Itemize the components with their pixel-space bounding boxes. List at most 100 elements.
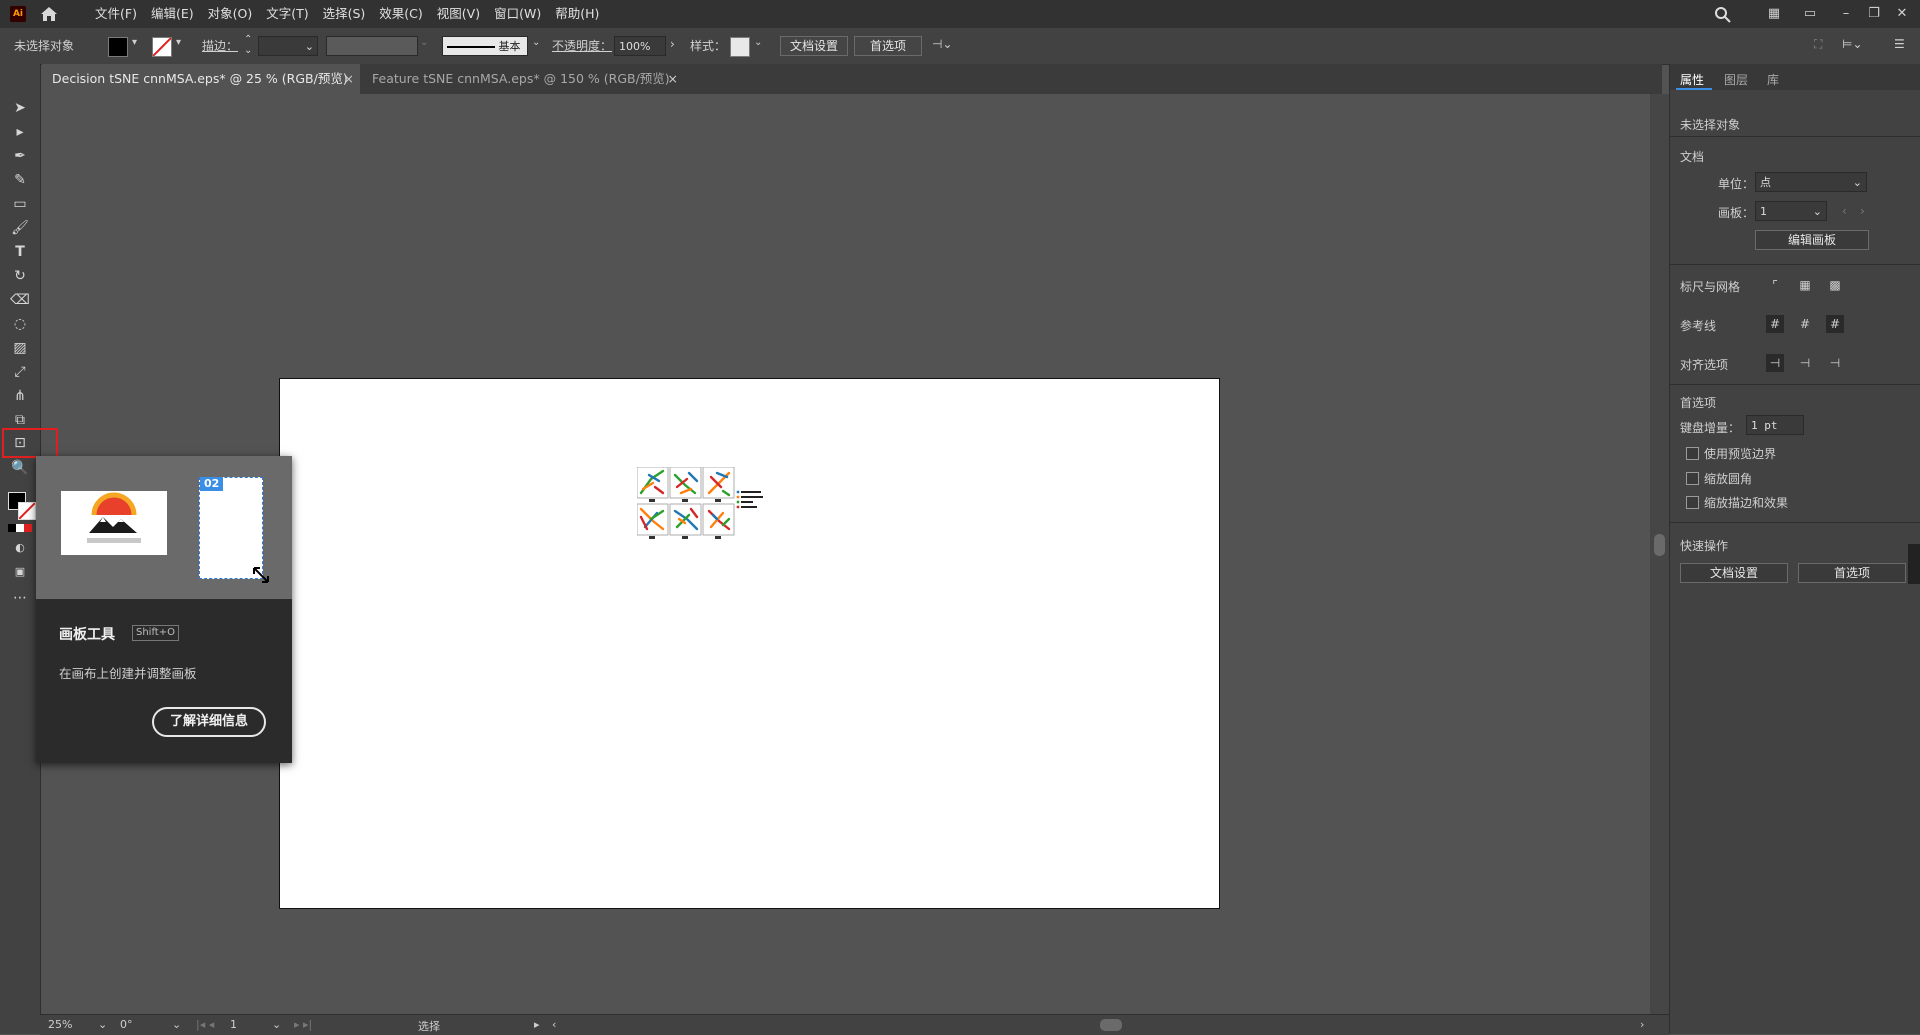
artboard-tool-icon[interactable]: ⊡	[10, 433, 30, 453]
menu-window[interactable]: 窗口(W)	[487, 0, 548, 28]
grid-icon[interactable]: ▦	[1796, 276, 1814, 294]
align-to-key-icon[interactable]: ⊣	[1796, 354, 1814, 372]
artboard-dropdown[interactable]: 1 ⌄	[1755, 201, 1827, 221]
search-icon[interactable]	[1714, 6, 1732, 24]
color-mode-icon[interactable]	[8, 524, 32, 532]
home-icon[interactable]	[40, 6, 58, 22]
menu-select[interactable]: 选择(S)	[316, 0, 373, 28]
tab-properties[interactable]: 属性	[1680, 71, 1704, 88]
restore-icon[interactable]: ❐	[1864, 4, 1884, 24]
minimize-icon[interactable]: –	[1836, 4, 1856, 24]
menu-object[interactable]: 对象(O)	[201, 0, 260, 28]
style-dropdown-icon[interactable]: ⌄	[754, 37, 762, 48]
zoom-level[interactable]: 25%	[48, 1018, 72, 1031]
draw-mode-icon[interactable]: ◐	[10, 538, 30, 558]
align-to-artboard-icon[interactable]: ⊣	[1826, 354, 1844, 372]
fill-dropdown-icon[interactable]: ▾	[132, 37, 137, 48]
close-window-icon[interactable]: ✕	[1892, 4, 1912, 24]
screen-mode-icon[interactable]: ▣	[10, 562, 30, 582]
eraser-tool-icon[interactable]: ⌫	[10, 290, 30, 310]
tab-decision-tsne[interactable]: Decision tSNE cnnMSA.eps* @ 25 % (RGB/预览…	[42, 64, 360, 94]
stroke-color-icon[interactable]	[18, 502, 36, 520]
menu-help[interactable]: 帮助(H)	[548, 0, 606, 28]
horizontal-scroll-thumb[interactable]	[1100, 1019, 1122, 1031]
menu-edit[interactable]: 编辑(E)	[144, 0, 201, 28]
doc-setup-button[interactable]: 文档设置	[780, 36, 848, 56]
stroke-swatch[interactable]	[152, 37, 172, 57]
brush-dropdown[interactable]: 基本	[442, 36, 528, 56]
brush-dropdown-icon[interactable]: ⌄	[532, 37, 540, 48]
artboard[interactable]	[279, 378, 1220, 909]
opacity-label[interactable]: 不透明度：	[552, 37, 612, 54]
scale-corners-checkbox[interactable]	[1686, 472, 1699, 485]
curvature-tool-icon[interactable]: ✎	[10, 170, 30, 190]
units-dropdown[interactable]: 点 ⌄	[1755, 172, 1867, 192]
close-tab-icon[interactable]: ×	[668, 64, 678, 94]
opacity-input[interactable]: 100%	[614, 36, 666, 56]
status-menu-icon[interactable]: ▸	[534, 1018, 540, 1031]
shape-builder-tool-icon[interactable]: ⧉	[10, 410, 30, 430]
transform-icon[interactable]: ⛶	[1814, 37, 1822, 52]
prev-artboard-icon[interactable]: ‹	[1842, 204, 1847, 218]
lock-guides-icon[interactable]: #	[1796, 315, 1814, 333]
scale-strokes-checkbox[interactable]	[1686, 496, 1699, 509]
lasso-tool-icon[interactable]: ◌	[10, 314, 30, 334]
quick-doc-setup-button[interactable]: 文档设置	[1680, 563, 1788, 583]
stroke-stepper[interactable]: ⌃ ⌄	[244, 34, 252, 56]
direct-selection-tool-icon[interactable]: ▸	[10, 122, 30, 142]
artboard-number-dropdown-icon[interactable]: ⌄	[272, 1018, 281, 1031]
tab-layers[interactable]: 图层	[1724, 71, 1748, 88]
last-artboard-icon[interactable]: ▸ ▸|	[294, 1018, 312, 1031]
gradient-tool-icon[interactable]: ▨	[10, 338, 30, 358]
vertical-scroll-thumb[interactable]	[1654, 534, 1665, 556]
arrange-docs-icon[interactable]: ⊨⌄	[1842, 37, 1863, 51]
selection-tool-icon[interactable]: ➤	[10, 98, 30, 118]
stroke-weight-dropdown[interactable]: ⌄	[258, 36, 318, 56]
eyedropper-tool-icon[interactable]: ⤢	[10, 362, 30, 382]
stroke-dropdown-icon[interactable]: ▾	[176, 37, 181, 48]
menu-type[interactable]: 文字(T)	[259, 0, 315, 28]
panel-collapse-handle[interactable]	[1908, 544, 1920, 584]
style-swatch[interactable]	[730, 37, 750, 57]
pen-tool-icon[interactable]: ✒	[10, 146, 30, 166]
smart-guides-icon[interactable]: #	[1826, 315, 1844, 333]
type-tool-icon[interactable]: T	[10, 242, 30, 262]
zoom-dropdown-icon[interactable]: ⌄	[98, 1018, 107, 1031]
quick-preferences-button[interactable]: 首选项	[1798, 563, 1906, 583]
align-to-selection-icon[interactable]: ⊣	[1766, 354, 1784, 372]
artboard-number[interactable]: 1	[230, 1018, 237, 1031]
align-icon[interactable]: ⊣⌄	[932, 37, 953, 51]
preview-bounds-checkbox[interactable]	[1686, 447, 1699, 460]
scroll-left-icon[interactable]: ‹	[552, 1018, 556, 1031]
ruler-icon[interactable]: ⌜	[1766, 276, 1784, 294]
stroke-label[interactable]: 描边：	[202, 37, 238, 54]
panel-menu-icon[interactable]: ☰	[1894, 37, 1905, 51]
zoom-tool-icon[interactable]: 🔍	[10, 458, 30, 478]
learn-more-button[interactable]: 了解详细信息	[152, 707, 266, 737]
next-artboard-icon[interactable]: ›	[1860, 204, 1865, 218]
rotate-tool-icon[interactable]: ↻	[10, 266, 30, 286]
preferences-button[interactable]: 首选项	[854, 36, 922, 56]
fill-swatch[interactable]	[108, 37, 128, 57]
rotation-dropdown-icon[interactable]: ⌄	[172, 1018, 181, 1031]
transparency-grid-icon[interactable]: ▩	[1826, 276, 1844, 294]
tab-feature-tsne[interactable]: Feature tSNE cnnMSA.eps* @ 150 % (RGB/预览…	[362, 64, 684, 94]
close-tab-icon[interactable]: ×	[344, 64, 354, 94]
more-tools-icon[interactable]: ⋯	[10, 588, 30, 608]
edit-artboards-button[interactable]: 编辑画板	[1755, 230, 1869, 250]
menu-effect[interactable]: 效果(C)	[372, 0, 429, 28]
scroll-right-icon[interactable]: ›	[1640, 1018, 1644, 1031]
menu-file[interactable]: 文件(F)	[88, 0, 144, 28]
tab-libraries[interactable]: 库	[1767, 71, 1779, 88]
rotation-value[interactable]: 0°	[120, 1018, 133, 1031]
vertical-scrollbar[interactable]	[1650, 94, 1669, 1014]
show-guides-icon[interactable]: #	[1766, 315, 1784, 333]
arrange-icon[interactable]: ▭	[1800, 4, 1820, 24]
width-tool-icon[interactable]: ⋔	[10, 386, 30, 406]
paintbrush-tool-icon[interactable]: 🖌	[10, 218, 30, 238]
first-artboard-icon[interactable]: |◂ ◂	[196, 1018, 214, 1031]
workspace-icon[interactable]: ▦	[1764, 4, 1784, 24]
menu-view[interactable]: 视图(V)	[430, 0, 487, 28]
opacity-arrow-icon[interactable]: ›	[670, 37, 675, 51]
keyboard-increment-input[interactable]: 1 pt	[1746, 415, 1804, 435]
